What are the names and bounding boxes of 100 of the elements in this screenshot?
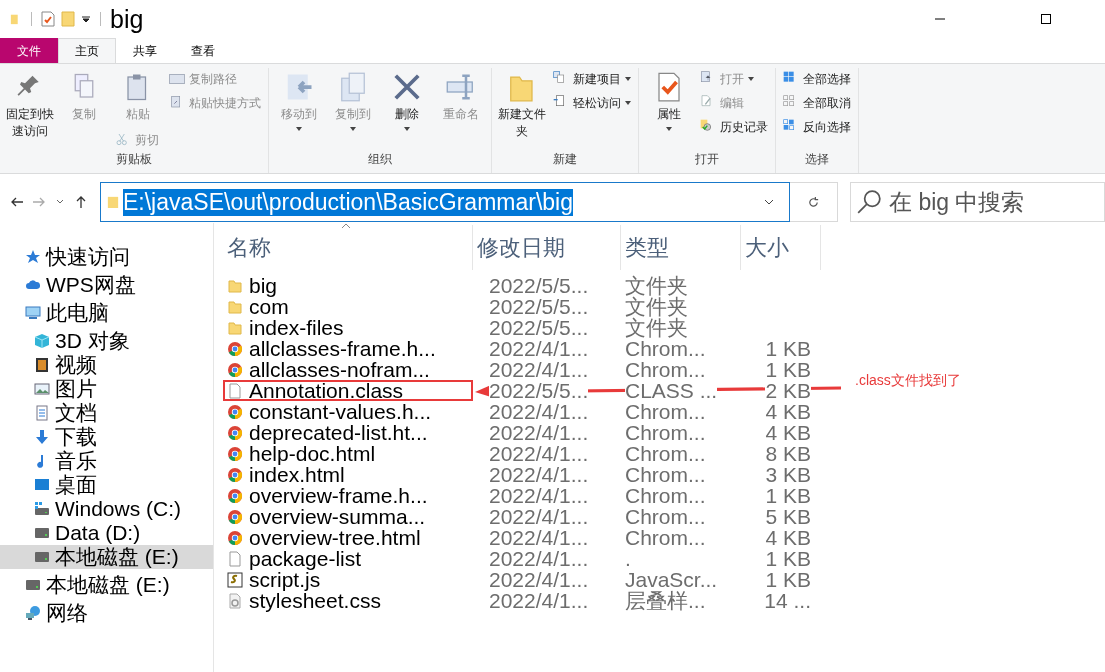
group-label: 新建: [552, 151, 578, 168]
browser-icon: [227, 361, 243, 378]
minimize-icon: [934, 18, 946, 20]
file-name-cell[interactable]: package-list: [223, 548, 473, 569]
file-name-cell[interactable]: big: [223, 275, 473, 296]
file-name: constant-values.h...: [249, 401, 432, 422]
type-cell: Chrom...: [625, 422, 706, 443]
date-cell: 2022/4/1...: [489, 485, 589, 506]
search-field[interactable]: 在 big 中搜索: [850, 182, 1105, 222]
navigation-item[interactable]: 下载: [0, 425, 213, 449]
navigation-item[interactable]: 本地磁盘 (E:): [0, 545, 213, 569]
date-cell: 2022/4/1...: [489, 548, 589, 569]
ribbon-tab[interactable]: 文件: [0, 38, 58, 63]
navigation-item[interactable]: 快速访问: [0, 245, 213, 269]
navigation-item[interactable]: 音乐: [0, 449, 213, 473]
maximize-icon: [1040, 13, 1052, 25]
navigation-item[interactable]: Data (D:): [0, 521, 213, 545]
group-label: 剪贴板: [115, 151, 153, 168]
file-name-cell[interactable]: allclasses-frame.h...: [223, 338, 473, 359]
browser-icon: [227, 340, 243, 357]
date-cell: 2022/4/1...: [489, 401, 589, 422]
date-cell: 2022/4/1...: [489, 590, 589, 611]
path-icon: [169, 71, 185, 87]
navigation-item[interactable]: 网络: [0, 601, 213, 625]
type-cell: Chrom...: [625, 485, 706, 506]
navigation-item[interactable]: 3D 对象: [0, 329, 213, 353]
file-name-cell[interactable]: script.js: [223, 569, 473, 590]
file-name-cell[interactable]: com: [223, 296, 473, 317]
ribbon-button[interactable]: 新建文件夹: [496, 68, 548, 144]
date-cell: 2022/4/1...: [489, 464, 589, 485]
ribbon-button[interactable]: 新建项目: [550, 68, 634, 90]
navigation-item[interactable]: 此电脑: [0, 301, 213, 325]
forward-arrow-icon[interactable]: [32, 195, 46, 209]
navigation-item[interactable]: WPS网盘: [0, 273, 213, 297]
address-bar[interactable]: E:\javaSE\out\production\BasicGrammar\big: [100, 182, 790, 222]
ribbon-button[interactable]: 历史记录: [697, 116, 771, 138]
delete-icon: [392, 72, 422, 102]
type-cell: 文件夹: [625, 275, 688, 296]
date-cell: 2022/4/1...: [489, 359, 589, 380]
checkmark-document-icon[interactable]: [41, 11, 55, 27]
navigation-item[interactable]: 桌面: [0, 473, 213, 497]
date-cell: 2022/4/1...: [489, 506, 589, 527]
type-cell: Chrom...: [625, 464, 706, 485]
navigation-item[interactable]: Windows (C:): [0, 497, 213, 521]
type-cell: Chrom...: [625, 527, 706, 548]
blank-file-icon: [227, 550, 243, 567]
file-name-cell[interactable]: Annotation.class: [223, 380, 473, 401]
ribbon-button[interactable]: 删除: [381, 68, 433, 135]
file-name-cell[interactable]: index.html: [223, 464, 473, 485]
file-name: overview-summa...: [249, 506, 426, 527]
browser-icon: [227, 466, 243, 483]
ribbon-button[interactable]: 固定到快速访问: [4, 68, 56, 144]
file-name-cell[interactable]: allclasses-nofram...: [223, 359, 473, 380]
back-arrow-icon[interactable]: [10, 195, 24, 209]
file-name: stylesheet.css: [249, 590, 381, 611]
blank-file-icon: [227, 382, 243, 399]
file-name-cell[interactable]: overview-frame.h...: [223, 485, 473, 506]
ribbon-button[interactable]: 反向选择: [780, 116, 854, 138]
date-cell: 2022/5/5...: [489, 275, 589, 296]
file-name-cell[interactable]: stylesheet.css: [223, 590, 473, 611]
navigation-item[interactable]: 图片: [0, 377, 213, 401]
refresh-icon: [807, 195, 820, 209]
ribbon-button[interactable]: 全部选择: [780, 68, 854, 90]
document-icon: [34, 405, 50, 421]
file-name: allclasses-nofram...: [249, 359, 430, 380]
dropdown-icon[interactable]: [81, 14, 91, 24]
date-cell: 2022/4/1...: [489, 527, 589, 548]
ribbon-button[interactable]: 全部取消: [780, 92, 854, 114]
date-cell: 2022/4/1...: [489, 338, 589, 359]
file-name-cell[interactable]: index-files: [223, 317, 473, 338]
date-cell: 2022/4/1...: [489, 569, 589, 590]
folder-icon: [227, 319, 243, 336]
file-name: index-files: [249, 317, 344, 338]
navigation-item[interactable]: 本地磁盘 (E:): [0, 573, 213, 597]
ribbon-button[interactable]: 轻松访问: [550, 92, 634, 114]
navigation-item[interactable]: 文档: [0, 401, 213, 425]
folder-icon: [227, 298, 243, 315]
ribbon-tab[interactable]: 主页: [58, 38, 116, 63]
file-name-cell[interactable]: overview-tree.html: [223, 527, 473, 548]
group-label: 选择: [804, 151, 830, 168]
type-cell: 文件夹: [625, 296, 688, 317]
script-file-icon: [227, 571, 243, 588]
navigation-item[interactable]: 视频: [0, 353, 213, 377]
file-name-cell[interactable]: constant-values.h...: [223, 401, 473, 422]
type-cell: Chrom...: [625, 338, 706, 359]
type-cell: Chrom...: [625, 443, 706, 464]
file-name: overview-frame.h...: [249, 485, 428, 506]
rename-icon: [446, 72, 476, 102]
file-name: package-list: [249, 548, 362, 569]
up-arrow-icon[interactable]: [74, 195, 88, 209]
folder-icon: [227, 277, 243, 294]
browser-icon: [227, 403, 243, 420]
ribbon-button[interactable]: 属性: [643, 68, 695, 135]
date-cell: 2022/4/1...: [489, 422, 589, 443]
file-name-cell[interactable]: deprecated-list.ht...: [223, 422, 473, 443]
file-name-cell[interactable]: help-doc.html: [223, 443, 473, 464]
file-name-cell[interactable]: overview-summa...: [223, 506, 473, 527]
type-cell: 层叠样...: [625, 590, 706, 611]
group-label: 打开: [694, 151, 720, 168]
type-cell: Chrom...: [625, 506, 706, 527]
